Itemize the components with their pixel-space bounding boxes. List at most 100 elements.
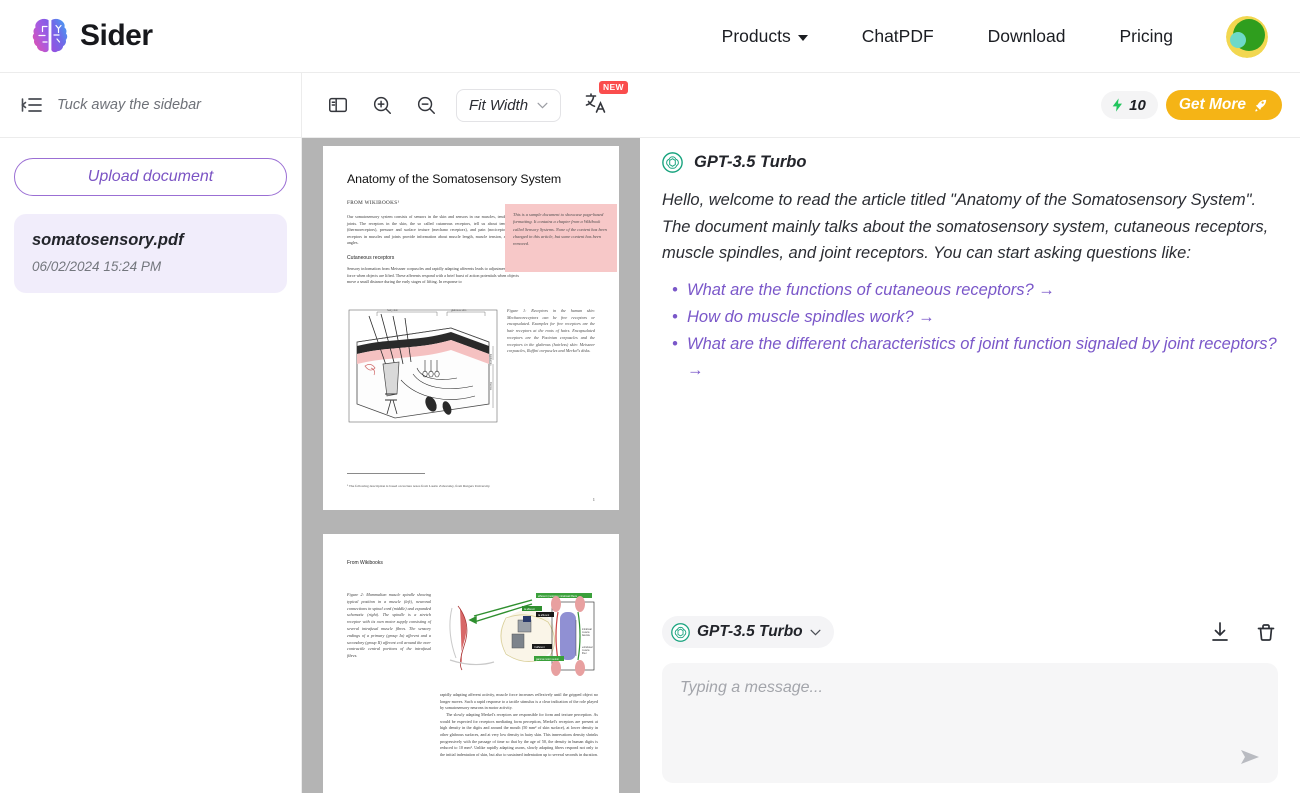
svg-text:fiber: fiber: [582, 652, 587, 655]
chat-panel: GPT-3.5 Turbo Hello, welcome to read the…: [640, 138, 1300, 793]
assistant-model-name: GPT-3.5 Turbo: [694, 153, 807, 171]
rocket-icon: [1255, 99, 1267, 111]
brain-logo-icon: [32, 18, 68, 53]
translate-icon: [585, 92, 606, 113]
nav-link-download[interactable]: Download: [961, 26, 1093, 47]
tuck-sidebar-label: Tuck away the sidebar: [57, 97, 201, 113]
nav-link-products-label: Products: [721, 26, 791, 46]
svg-text:fascicle: fascicle: [582, 634, 591, 637]
composer-actions: [1208, 620, 1278, 644]
upload-document-button[interactable]: Upload document: [14, 158, 287, 196]
credits-zone: 10 Get More: [1101, 73, 1282, 137]
download-icon: [1212, 622, 1228, 641]
suggestion-list: What are the functions of cutaneous rece…: [662, 277, 1278, 384]
footnote-divider: [347, 473, 425, 474]
pdf-figure-1: hairy skin glabrous skin Epidermis Dermis: [347, 308, 499, 424]
avatar-image: [1226, 16, 1268, 58]
muscle-spindle-diagram-icon: efferent (motor) to intrafusal fibers: [440, 590, 595, 680]
document-name: somatosensory.pdf: [32, 231, 184, 249]
clear-chat-button[interactable]: [1254, 620, 1278, 644]
pdf-tool-group: Fit Width NEW: [302, 73, 628, 137]
message-input[interactable]: Typing a message...: [662, 663, 1278, 783]
user-avatar[interactable]: [1226, 16, 1268, 58]
brand-name: Sider: [80, 19, 153, 52]
send-message-button[interactable]: [1238, 745, 1262, 769]
pdf-page2-para-1: rapidly adapting afferent activity, musc…: [440, 692, 598, 711]
tuck-sidebar-button[interactable]: Tuck away the sidebar: [0, 73, 302, 137]
top-navigation-bar: Sider Products ChatPDF Download Pricing: [0, 0, 1300, 73]
assistant-greeting-text: Hello, welcome to read the article title…: [662, 191, 1269, 263]
pdf-viewer[interactable]: Anatomy of the Somatosensory System From…: [302, 138, 640, 793]
document-sidebar: Upload document somatosensory.pdf 06/02/…: [0, 138, 302, 793]
composer-toolbar: GPT-3.5 Turbo: [662, 612, 1278, 652]
main-area: Upload document somatosensory.pdf 06/02/…: [0, 138, 1300, 793]
pdf-page-1: Anatomy of the Somatosensory System From…: [323, 146, 619, 510]
lightning-bolt-icon: [1112, 98, 1123, 112]
zoom-out-button[interactable]: [412, 91, 440, 119]
zoom-out-icon: [417, 96, 435, 114]
chat-composer: GPT-3.5 Turbo Typing a message...: [662, 612, 1278, 783]
chevron-down-icon: [810, 629, 821, 636]
fit-width-select[interactable]: Fit Width: [456, 88, 562, 122]
nav-link-products[interactable]: Products: [695, 26, 835, 47]
list-item[interactable]: somatosensory.pdf 06/02/2024 15:24 PM: [14, 214, 287, 293]
credits-badge[interactable]: 10: [1101, 91, 1158, 119]
fit-width-value: Fit Width: [469, 96, 529, 114]
nav-link-pricing[interactable]: Pricing: [1093, 26, 1201, 47]
svg-text:hairy skin: hairy skin: [387, 308, 399, 312]
pdf-page2-body: rapidly adapting afferent activity, musc…: [440, 692, 598, 759]
svg-text:glabrous skin: glabrous skin: [451, 308, 467, 312]
pdf-figure-1-caption: Figure 1: Receptors in the human skin: M…: [507, 308, 595, 354]
pdf-figure-2: efferent (motor) to intrafusal fibers: [440, 590, 595, 680]
toggle-thumbnails-button[interactable]: [324, 91, 352, 119]
pdf-page-2: From Wikibooks Figure 2: Mammalian muscl…: [323, 534, 619, 793]
svg-text:Dermis: Dermis: [489, 382, 493, 391]
pdf-footnote: ¹ The following description is based on …: [347, 484, 491, 488]
collapse-sidebar-icon: [21, 98, 42, 112]
trash-icon: [1257, 624, 1275, 641]
get-more-label: Get More: [1178, 96, 1246, 113]
assistant-message-header: GPT-3.5 Turbo: [662, 152, 1278, 173]
suggestion-item[interactable]: What are the functions of cutaneous rece…: [662, 277, 1278, 304]
translate-new-badge: NEW: [599, 80, 628, 94]
nav-links: Products ChatPDF Download Pricing: [695, 0, 1200, 73]
translate-button[interactable]: NEW: [583, 80, 628, 120]
download-chat-button[interactable]: [1208, 620, 1232, 644]
chevron-down-icon: [537, 102, 548, 109]
pdf-sample-note: This is a sample document to showcase pa…: [505, 204, 617, 272]
openai-logo-icon: [662, 152, 683, 173]
pdf-page2-para-2: The slowly adapting Merkel's receptors a…: [440, 712, 598, 758]
page-layout-icon: [329, 97, 347, 113]
pdf-scroll-container[interactable]: Anatomy of the Somatosensory System From…: [302, 138, 640, 793]
svg-text:Epidermis: Epidermis: [489, 354, 493, 366]
svg-text:Ia afferent: Ia afferent: [524, 608, 535, 611]
model-selector[interactable]: GPT-3.5 Turbo: [662, 616, 834, 648]
pdf-intro-paragraph: Our somatosensory system consists of sen…: [347, 213, 519, 246]
pdf-title: Anatomy of the Somatosensory System: [347, 172, 562, 186]
pdf-figure-2-caption: Figure 2: Mammalian muscle spindle showi…: [347, 592, 431, 659]
brand-logo-link[interactable]: Sider: [30, 17, 153, 55]
assistant-message-body: Hello, welcome to read the article title…: [662, 187, 1278, 384]
document-date: 06/02/2024 15:24 PM: [32, 259, 162, 274]
zoom-in-icon: [373, 96, 391, 114]
message-input-placeholder: Typing a message...: [680, 679, 823, 696]
openai-logo-icon: [671, 622, 690, 642]
svg-text:gamma motor neuron: gamma motor neuron: [536, 658, 560, 661]
suggestion-item[interactable]: What are the different characteristics o…: [662, 331, 1278, 384]
chevron-down-icon: [797, 35, 808, 41]
nav-link-chatpdf[interactable]: ChatPDF: [835, 26, 961, 47]
skin-receptors-diagram-icon: hairy skin glabrous skin Epidermis Dermis: [348, 308, 498, 423]
pdf-page-number: 1: [592, 497, 595, 502]
model-selector-value: GPT-3.5 Turbo: [697, 623, 803, 640]
svg-text:Ia afferent: Ia afferent: [538, 614, 550, 617]
pdf-page2-source: From Wikibooks: [347, 560, 383, 566]
upload-document-label: Upload document: [87, 168, 214, 185]
send-icon: [1241, 750, 1259, 764]
credits-count: 10: [1129, 96, 1146, 114]
zoom-in-button[interactable]: [368, 91, 396, 119]
svg-text:II afferent: II afferent: [534, 646, 545, 649]
pdf-toolbar: Tuck away the sidebar Fit Width NEW 10 G…: [0, 73, 1300, 138]
pdf-section-paragraph: Sensory information from Meissner corpus…: [347, 266, 519, 285]
suggestion-item[interactable]: How do muscle spindles work? →: [662, 304, 1278, 331]
get-more-button[interactable]: Get More: [1165, 90, 1282, 120]
